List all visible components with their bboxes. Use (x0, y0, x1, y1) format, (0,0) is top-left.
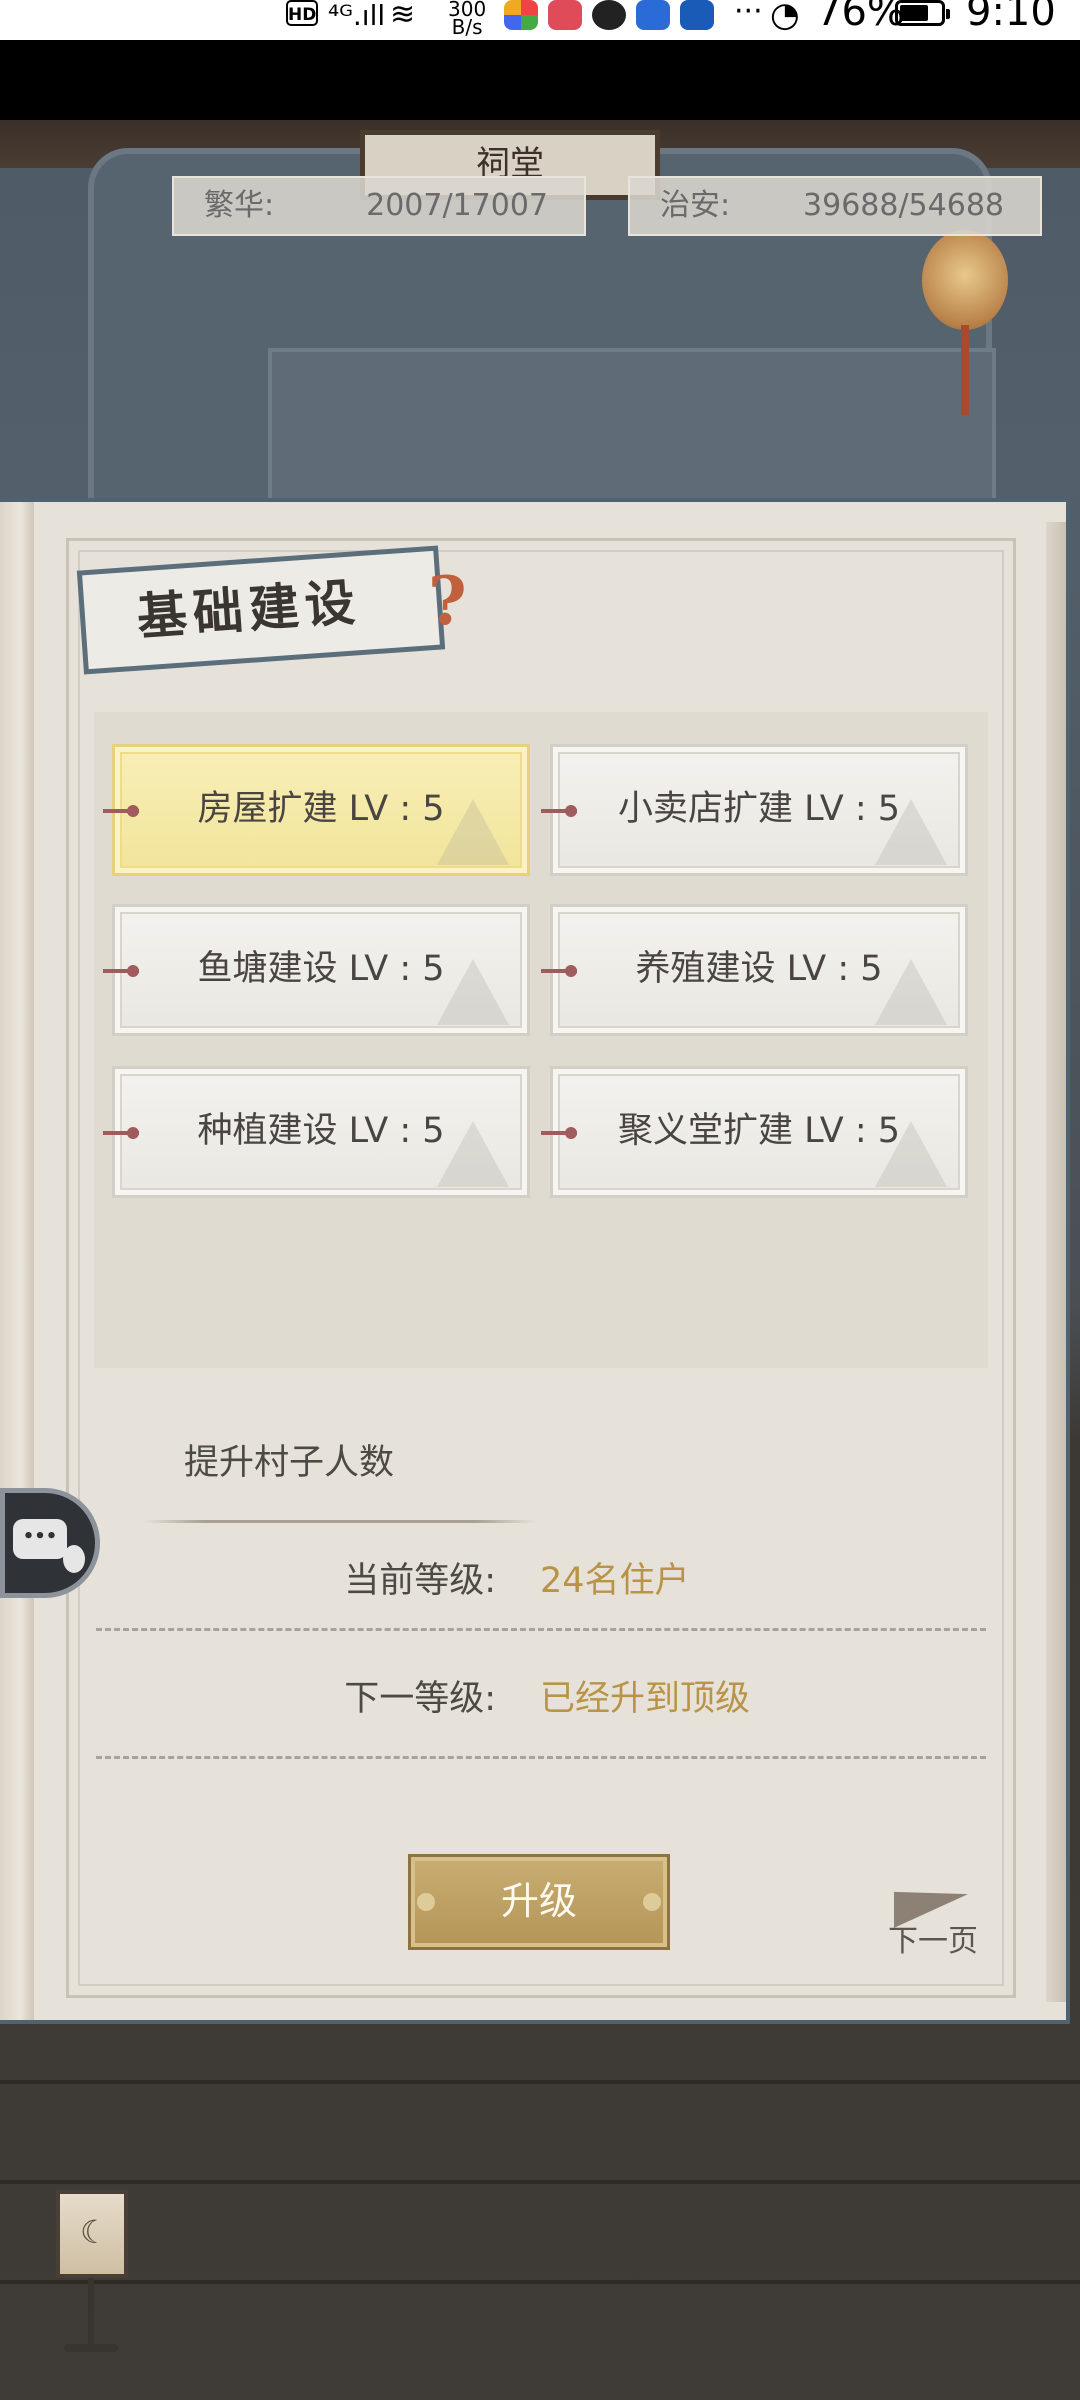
gourd-icon (63, 1545, 85, 1573)
app-notification-icon (680, 0, 714, 30)
floor-line (0, 2180, 1080, 2184)
hd-icon: HD (286, 0, 318, 26)
network-speed-unit: B/s (451, 15, 483, 39)
prosperity-label: 繁华: (204, 188, 275, 223)
button-ornament (643, 1893, 661, 1911)
next-page-label: 下一页 (888, 1924, 978, 1959)
building-card-shop[interactable]: 小卖店扩建 LV : 5 (541, 744, 968, 876)
chat-bubble-icon: ••• (13, 1519, 67, 1559)
divider (96, 1756, 986, 1759)
prosperity-value: 2007/17007 (366, 188, 548, 223)
mountain-decoration (437, 1121, 509, 1187)
card-pin (103, 965, 139, 977)
app-notification-icon (592, 0, 626, 30)
lamp-icon[interactable]: ☾ (56, 2190, 128, 2278)
building-label: 聚义堂扩建 LV : 5 (617, 1111, 901, 1151)
top-band (0, 40, 1080, 120)
floor-line (0, 2280, 1080, 2284)
next-level-value: 已经升到顶级 (540, 1679, 751, 1719)
detail-title: 提升村子人数 (184, 1443, 395, 1483)
card-pin (103, 805, 139, 817)
network-speed: 300 B/s (448, 0, 486, 39)
security-stat: 治安: 39688/54688 (628, 176, 1042, 236)
security-label: 治安: (660, 188, 731, 223)
book-spine (0, 502, 34, 2020)
building-card-livestock[interactable]: 养殖建设 LV : 5 (541, 904, 968, 1036)
next-level-row: 下一等级: 已经升到顶级 (0, 1670, 1070, 1730)
divider (144, 1520, 536, 1523)
mountain-decoration (875, 959, 947, 1025)
help-icon[interactable]: ? (428, 568, 467, 634)
building-label: 小卖店扩建 LV : 5 (617, 789, 901, 829)
card-pin (541, 1127, 577, 1139)
next-page-button[interactable]: 下一页 (888, 1876, 998, 1964)
battery-icon (895, 0, 950, 26)
more-notifications-icon: ··· (734, 0, 763, 29)
button-ornament (417, 1893, 435, 1911)
alarm-icon: ◔ (770, 0, 800, 35)
status-bar: HD ⁴ᴳ.ıll ≋ 300 B/s ··· ◔ 76% 9:10 (0, 0, 1080, 40)
mountain-decoration (437, 959, 509, 1025)
construction-book-panel: 基础建设 ? 房屋扩建 LV : 5 小卖店扩建 LV : 5 鱼塘建设 LV … (0, 498, 1070, 2024)
building-card-planting[interactable]: 种植建设 LV : 5 (103, 1066, 530, 1198)
lamp-base (64, 2344, 118, 2352)
app-notification-icon (504, 0, 538, 30)
clock: 9:10 (966, 0, 1056, 35)
building-card-hall[interactable]: 聚义堂扩建 LV : 5 (541, 1066, 968, 1198)
building-card-house[interactable]: 房屋扩建 LV : 5 (103, 744, 530, 876)
lantern-icon (922, 230, 1008, 330)
card-pin (541, 805, 577, 817)
card-pin (541, 965, 577, 977)
app-notification-icon (548, 0, 582, 30)
mountain-decoration (437, 799, 509, 865)
building-label: 种植建设 LV : 5 (197, 1111, 445, 1151)
building-label: 鱼塘建设 LV : 5 (197, 949, 445, 989)
upgrade-button-label: 升级 (500, 1879, 577, 1923)
card-pin (103, 1127, 139, 1139)
next-level-label: 下一等级: (344, 1679, 496, 1719)
battery-percent: 76% (816, 0, 905, 35)
book-page-edges (1046, 522, 1066, 2002)
current-level-row: 当前等级: 24名住户 (0, 1552, 1070, 1612)
building-label: 房屋扩建 LV : 5 (197, 789, 445, 829)
cellular-signal-icon: ⁴ᴳ.ıll (328, 0, 386, 32)
security-value: 39688/54688 (803, 188, 1004, 223)
current-level-label: 当前等级: (344, 1561, 496, 1601)
floor-line (0, 2080, 1080, 2084)
building-label: 养殖建设 LV : 5 (635, 949, 883, 989)
app-notification-icon (636, 0, 670, 30)
building-card-fishpond[interactable]: 鱼塘建设 LV : 5 (103, 904, 530, 1036)
wifi-icon: ≋ (390, 0, 416, 32)
divider (96, 1628, 986, 1631)
current-level-value: 24名住户 (540, 1561, 690, 1601)
prosperity-stat: 繁华: 2007/17007 (172, 176, 586, 236)
lamp-pole (88, 2278, 94, 2348)
moon-icon: ☾ (80, 2213, 109, 2251)
upgrade-button[interactable]: 升级 (408, 1854, 670, 1950)
lantern-tassel (961, 325, 969, 415)
